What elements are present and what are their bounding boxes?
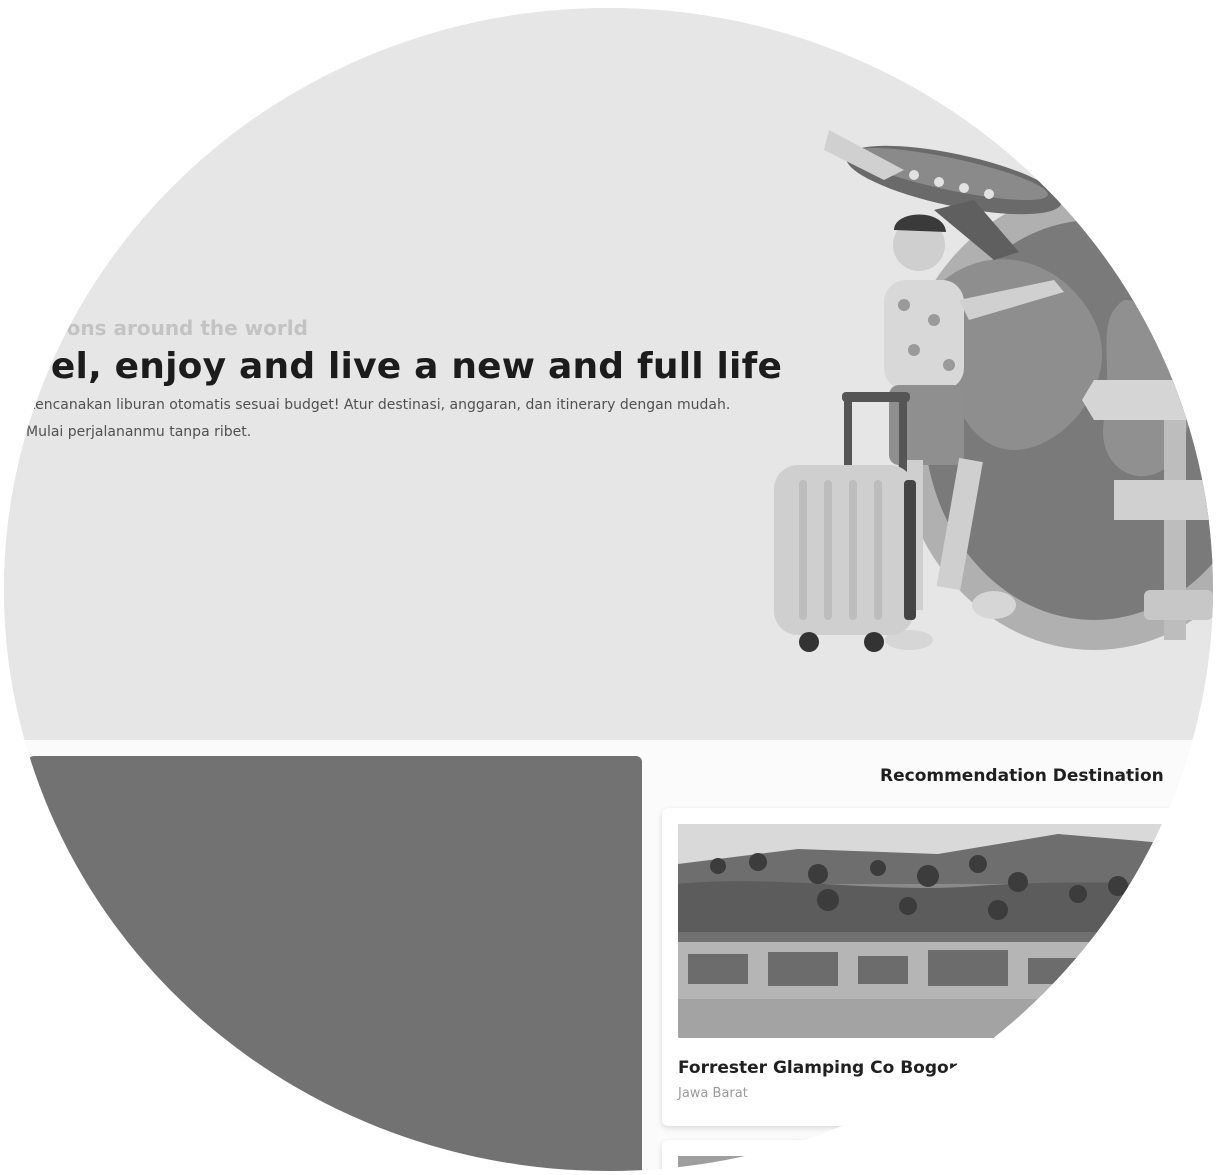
- destination-name: Forrester Glamping Co Bogor: [678, 1058, 958, 1078]
- hero-section: Destinations around the world Travel, en…: [4, 8, 1213, 740]
- hero-title: Travel, enjoy and live a new and full li…: [4, 346, 783, 387]
- map-panel: [28, 756, 642, 1171]
- destination-card[interactable]: Forrester Glamping Co Bogor Jawa Barat: [662, 808, 1182, 1126]
- traveler-illustration: [774, 130, 1213, 652]
- destination-photo-partial: [678, 1156, 1176, 1171]
- recommendation-heading: Recommendation Destination: [880, 766, 1164, 786]
- destination-location: Jawa Barat: [678, 1086, 748, 1101]
- hero-eyebrow: Destinations around the world: [4, 316, 308, 340]
- destination-photo: [678, 824, 1176, 1038]
- hero-description: Rencanakan liburan otomatis sesuai budge…: [26, 397, 731, 440]
- destination-card-partial[interactable]: [662, 1140, 1182, 1171]
- page-viewport: Destinations around the world Travel, en…: [4, 8, 1213, 1171]
- lower-section: Recommendation Destination Forrester Gla…: [4, 740, 1213, 1171]
